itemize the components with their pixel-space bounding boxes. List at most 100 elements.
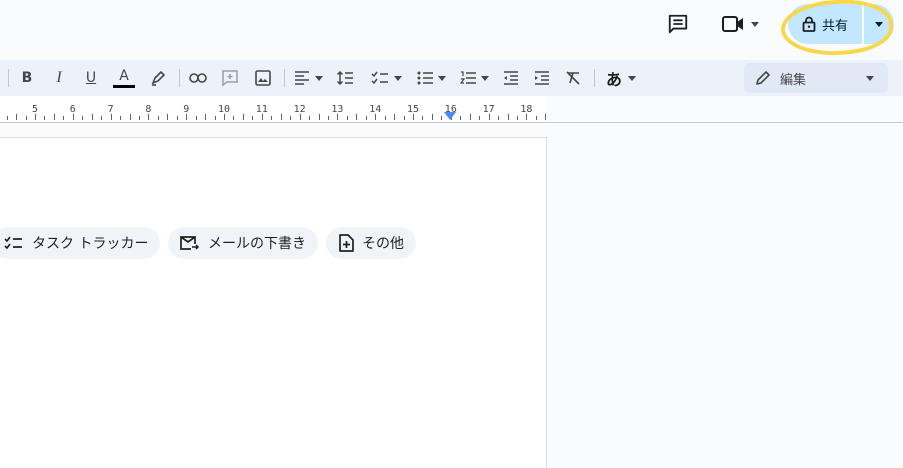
chip-label: その他 bbox=[362, 236, 404, 252]
numbered-list-button[interactable] bbox=[456, 60, 492, 96]
highlight-color-button[interactable] bbox=[146, 60, 170, 96]
clear-formatting-button[interactable] bbox=[562, 60, 584, 96]
share-button[interactable]: 共有 bbox=[788, 4, 862, 44]
ruler-tick bbox=[327, 116, 329, 120]
ruler-tick bbox=[120, 116, 122, 120]
ruler-tick bbox=[138, 116, 140, 120]
ruler-tick bbox=[375, 114, 377, 120]
chip-label: タスク トラッカー bbox=[32, 236, 149, 252]
chevron-down-icon bbox=[393, 75, 402, 81]
ruler-tick bbox=[242, 114, 244, 120]
ruler-tick bbox=[261, 114, 263, 120]
right-indent-marker[interactable] bbox=[444, 112, 456, 120]
insert-comment-button[interactable] bbox=[218, 60, 242, 96]
ruler-tick bbox=[252, 116, 254, 120]
marker-icon bbox=[151, 70, 166, 86]
ruler-tick bbox=[280, 114, 282, 120]
bulleted-list-button[interactable] bbox=[413, 60, 449, 96]
ruler-tick bbox=[63, 116, 65, 120]
task-tracker-chip[interactable]: タスク トラッカー bbox=[0, 227, 161, 259]
ruler-tick bbox=[157, 116, 159, 120]
ruler-tick bbox=[431, 114, 433, 120]
input-tools-button[interactable]: あ bbox=[603, 60, 639, 96]
insert-link-button[interactable] bbox=[186, 60, 210, 96]
ruler-tick bbox=[290, 116, 292, 120]
align-button[interactable] bbox=[290, 60, 326, 96]
indent-decrease-icon bbox=[504, 71, 518, 85]
ruler-tick bbox=[498, 116, 500, 120]
ruler-tick bbox=[488, 114, 490, 120]
ruler-tick bbox=[101, 116, 103, 120]
ruler-tick bbox=[545, 114, 547, 120]
ruler-tick bbox=[44, 116, 46, 120]
ruler-tick bbox=[271, 116, 273, 120]
share-dropdown-button[interactable] bbox=[864, 4, 894, 44]
bold-button[interactable]: B bbox=[16, 60, 38, 96]
ruler-tick bbox=[72, 114, 74, 120]
ruler-tick bbox=[35, 114, 36, 120]
line-spacing-icon bbox=[336, 70, 353, 86]
ruler-tick bbox=[25, 116, 27, 120]
ruler-tick bbox=[6, 116, 8, 120]
ruler-tick bbox=[422, 116, 424, 120]
ruler-tick bbox=[195, 116, 197, 120]
horizontal-ruler[interactable]: 5 6 7 8 9 10 11 12 13 14 15 16 17 18 bbox=[0, 96, 903, 123]
ruler-tick bbox=[176, 116, 178, 120]
link-icon bbox=[189, 73, 207, 83]
insert-image-button[interactable] bbox=[251, 60, 275, 96]
more-templates-chip[interactable]: その他 bbox=[326, 227, 416, 259]
format-clear-icon bbox=[566, 71, 580, 85]
ruler-tick bbox=[507, 114, 509, 120]
ruler-tick bbox=[318, 114, 320, 120]
toolbar-divider bbox=[179, 69, 180, 87]
ruler-tick bbox=[167, 114, 169, 120]
ruler-tick bbox=[148, 114, 150, 120]
ruler-tick bbox=[479, 116, 481, 120]
ruler-tick bbox=[413, 114, 414, 120]
comments-button[interactable] bbox=[664, 10, 692, 38]
numbered-list-icon bbox=[459, 71, 476, 84]
ruler-tick bbox=[91, 114, 93, 120]
decrease-indent-button[interactable] bbox=[500, 60, 522, 96]
ruler-tick bbox=[129, 114, 131, 120]
ruler-tick bbox=[214, 116, 216, 120]
ruler-tick bbox=[403, 116, 405, 120]
note-add-icon bbox=[339, 234, 354, 252]
ruler-tick bbox=[346, 116, 348, 120]
ruler-tick bbox=[460, 116, 462, 120]
checklist-icon bbox=[4, 236, 22, 250]
ruler-tick bbox=[224, 114, 225, 120]
email-draft-chip[interactable]: メールの下書き bbox=[168, 227, 318, 259]
bulleted-list-icon bbox=[417, 71, 433, 85]
toolbar-divider bbox=[284, 69, 285, 87]
lock-icon bbox=[802, 16, 816, 32]
increase-indent-button[interactable] bbox=[531, 60, 553, 96]
ruler-tick bbox=[441, 116, 443, 120]
top-bar: 共有 bbox=[0, 0, 903, 58]
ruler-tick bbox=[516, 116, 518, 120]
editing-mode-dropdown[interactable]: 編集 bbox=[744, 63, 888, 93]
ruler-tick bbox=[394, 114, 396, 120]
share-group: 共有 bbox=[788, 4, 894, 44]
ruler-tick bbox=[356, 114, 358, 120]
toolbar-divider bbox=[594, 69, 595, 87]
mail-draft-icon bbox=[180, 236, 200, 250]
italic-button[interactable]: I bbox=[48, 60, 70, 96]
ruler-tick bbox=[309, 116, 311, 120]
document-page[interactable]: タスク トラッカー メールの下書き その他 bbox=[0, 137, 547, 468]
meet-button[interactable] bbox=[716, 10, 764, 38]
checklist-button[interactable] bbox=[368, 60, 404, 96]
ruler-tick bbox=[384, 116, 386, 120]
ruler-tick bbox=[186, 114, 188, 120]
chevron-down-icon bbox=[866, 76, 874, 81]
underline-button[interactable]: U bbox=[80, 60, 102, 96]
text-color-button[interactable]: A bbox=[112, 60, 136, 96]
pencil-icon bbox=[756, 71, 770, 85]
chip-label: メールの下書き bbox=[208, 236, 306, 252]
editing-mode-label: 編集 bbox=[780, 72, 807, 88]
share-label: 共有 bbox=[821, 18, 848, 34]
ruler-tick bbox=[110, 114, 112, 120]
line-spacing-button[interactable] bbox=[334, 60, 356, 96]
chevron-down-icon bbox=[314, 75, 323, 81]
comment-icon bbox=[668, 14, 688, 34]
